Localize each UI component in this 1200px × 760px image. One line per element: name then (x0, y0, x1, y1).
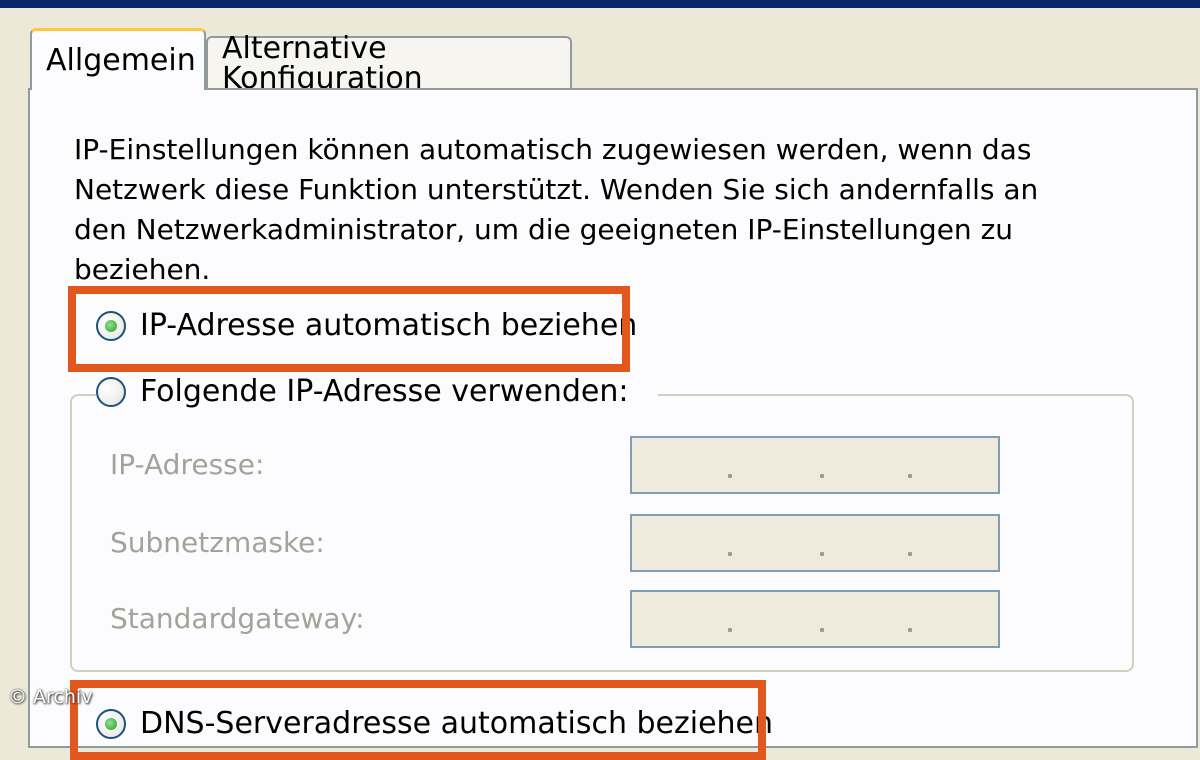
ip-separator (728, 628, 732, 632)
ip-separator (728, 552, 732, 556)
tab-allgemein[interactable]: Allgemein (30, 28, 206, 90)
ip-address-label: IP-Adresse: (110, 448, 265, 481)
tab-alternative-konfiguration-label: Alternative Konfiguration (222, 31, 423, 96)
default-gateway-field (630, 590, 1000, 648)
tab-allgemein-label: Allgemein (46, 42, 196, 78)
highlight-auto-ip (68, 286, 630, 372)
radio-unchecked-icon[interactable] (96, 376, 126, 407)
ip-separator (820, 552, 824, 556)
window-top-edge (0, 0, 1200, 8)
copyright-watermark: © Archiv (8, 686, 93, 708)
highlight-dns-auto (70, 680, 766, 760)
default-gateway-label: Standardgateway: (110, 602, 365, 635)
ip-separator (820, 628, 824, 632)
description-text: IP-Einstellungen können automatisch zuge… (74, 133, 1039, 286)
tab-alternative-konfiguration[interactable]: Alternative Konfiguration (206, 34, 572, 94)
subnet-mask-label: Subnetzmaske: (110, 526, 325, 559)
ip-separator (908, 628, 912, 632)
radio-ip-manual-label: Folgende IP-Adresse verwenden: (140, 374, 629, 409)
radio-ip-manual[interactable]: Folgende IP-Adresse verwenden: (96, 374, 659, 409)
ip-separator (908, 552, 912, 556)
ip-separator (908, 474, 912, 478)
ip-address-field (630, 436, 1000, 494)
ip-separator (728, 474, 732, 478)
subnet-mask-field (630, 514, 1000, 572)
ip-separator (820, 474, 824, 478)
